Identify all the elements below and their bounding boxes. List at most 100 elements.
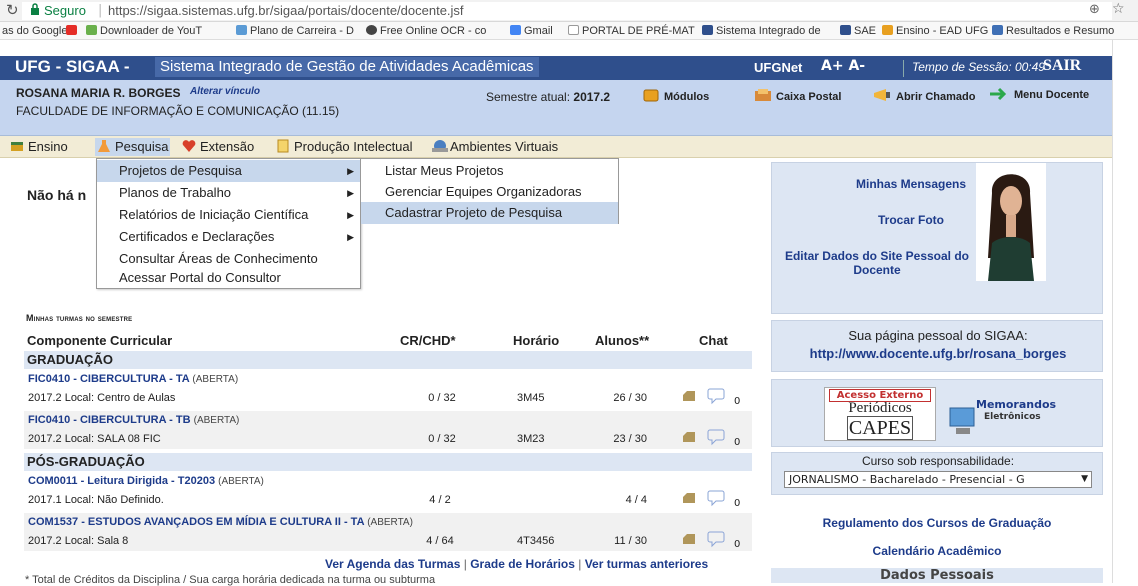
menu-arrow-icon <box>988 87 1010 104</box>
bookmark-item[interactable]: SAE <box>840 25 876 37</box>
dropdown-item-planos[interactable]: Planos de Trabalho ▶ <box>97 182 360 204</box>
pesquisa-dropdown: Projetos de Pesquisa ▶ Planos de Trabalho… <box>96 158 361 289</box>
bookmark-item[interactable]: Free Online OCR - co <box>366 25 486 37</box>
col-alunos: Alunos** <box>595 333 650 348</box>
agenda-link[interactable]: Ver Agenda das Turmas <box>325 557 460 571</box>
chat-icon[interactable] <box>707 386 729 406</box>
grade-link[interactable]: Grade de Horários <box>470 557 575 571</box>
dropdown-item-projetos[interactable]: Projetos de Pesquisa ▶ <box>97 160 360 182</box>
flask-icon <box>97 139 111 153</box>
menu-docente-button[interactable]: Menu Docente <box>988 87 1089 107</box>
bookmarks-bar: as do Google Downloader de YouT Plano de… <box>0 22 1138 40</box>
change-link[interactable]: Alterar vínculo <box>190 86 260 97</box>
bookmark-item[interactable]: Ensino - EAD UFG <box>882 25 988 37</box>
table-row: COM0011 - Leitura Dirigida - T20203 (ABE… <box>24 472 752 510</box>
menu-producao[interactable]: Produção Intelectual <box>274 138 415 156</box>
turma-local: 2017.2 Local: SALA 08 FIC <box>28 433 161 445</box>
bookmark-item[interactable]: Plano de Carreira - D <box>236 25 354 37</box>
trocar-foto-link[interactable]: Trocar Foto <box>836 213 986 227</box>
mensagens-link[interactable]: Minhas Mensagens <box>836 177 986 191</box>
font-size-controls[interactable]: A+ A- <box>821 58 865 74</box>
bookmark-item[interactable]: PORTAL DE PRÉ-MAT <box>568 25 695 37</box>
zoom-icon[interactable]: ⊕ <box>1089 2 1100 17</box>
dropdown-arrow-icon: ▼ <box>1081 474 1088 484</box>
dropdown-item-certificados[interactable]: Certificados e Declarações ▶ <box>97 226 360 248</box>
page-icon <box>568 25 579 35</box>
regulamento-link[interactable]: Regulamento dos Cursos de Graduação <box>771 516 1103 530</box>
profile-photo <box>976 163 1046 281</box>
submenu-arrow-icon: ▶ <box>347 188 354 198</box>
chat-icon[interactable] <box>707 529 729 549</box>
turma-link[interactable]: FIC0410 - CIBERCULTURA - TA (ABERTA) <box>28 373 238 385</box>
chat-icon[interactable] <box>707 488 729 508</box>
submenu-arrow-icon: ▶ <box>347 232 354 242</box>
submenu-arrow-icon: ▶ <box>347 166 354 176</box>
bookmark-item[interactable]: Sistema Integrado de <box>702 25 821 37</box>
footnote: * Total de Créditos da Disciplina / Sua … <box>25 574 436 586</box>
memorandos-banner[interactable]: Memorandos Eletrônicos <box>948 392 1058 440</box>
calendario-link[interactable]: Calendário Acadêmico <box>771 544 1103 558</box>
browser-address-bar: ↻ Seguro | https://sigaa.sistemas.ufg.br… <box>0 0 1138 22</box>
menu-extensao[interactable]: Extensão <box>180 138 256 156</box>
reload-icon[interactable]: ↻ <box>6 1 19 19</box>
youtube-icon <box>66 25 77 35</box>
brand-title: UFG - SIGAA - <box>15 57 130 76</box>
turma-alunos: 23 / 30 <box>613 433 647 445</box>
chat-icon[interactable] <box>707 427 729 447</box>
logout-link[interactable]: SAIR <box>1043 57 1081 75</box>
submenu-item-gerenciar[interactable]: Gerenciar Equipes Organizadoras <box>361 181 618 203</box>
curso-box: Curso sob responsabilidade: JORNALISMO -… <box>771 452 1103 495</box>
results-icon <box>992 25 1003 35</box>
col-componente: Componente Curricular <box>27 333 173 348</box>
links-box: Acesso Externo Periódicos CAPES Memorand… <box>771 379 1103 447</box>
bookmark-star-icon[interactable]: ☆ <box>1112 1 1125 17</box>
session-timer: Tempo de Sessão: 00:49 <box>903 60 1045 77</box>
capes-banner[interactable]: Acesso Externo Periódicos CAPES <box>824 387 936 441</box>
menu-ensino[interactable]: Ensino <box>8 138 70 156</box>
dropdown-item-consultor[interactable]: Acessar Portal do Consultor <box>97 267 360 289</box>
pagina-url[interactable]: http://www.docente.ufg.br/rosana_borges <box>772 346 1104 361</box>
scrollbar[interactable] <box>1112 40 1138 583</box>
mailbox-icon <box>754 87 772 106</box>
forum-icon[interactable] <box>681 389 697 403</box>
bookmark-item[interactable]: Resultados e Resumo <box>992 25 1114 37</box>
download-icon <box>86 25 97 35</box>
url-separator: | <box>98 3 103 18</box>
turma-cr: 0 / 32 <box>428 392 456 404</box>
turma-horario: 3M23 <box>517 433 545 445</box>
lock-icon <box>31 3 39 15</box>
table-row: COM1537 - ESTUDOS AVANÇADOS EM MÍDIA E C… <box>24 513 752 551</box>
bookmark-item[interactable]: Gmail <box>510 25 553 37</box>
forum-icon[interactable] <box>681 532 697 546</box>
turma-link[interactable]: FIC0410 - CIBERCULTURA - TB (ABERTA) <box>28 414 239 426</box>
forum-icon[interactable] <box>681 491 697 505</box>
computer-icon <box>949 407 975 434</box>
caixa-postal-button[interactable]: Caixa Postal <box>754 87 841 107</box>
menu-ambientes[interactable]: Ambientes Virtuais <box>430 138 560 156</box>
book-icon <box>10 139 24 153</box>
bookmark-item[interactable] <box>66 25 80 37</box>
turma-link[interactable]: COM1537 - ESTUDOS AVANÇADOS EM MÍDIA E C… <box>28 516 413 528</box>
forum-icon[interactable] <box>681 430 697 444</box>
ufgnet-link[interactable]: UFGNet <box>754 60 802 75</box>
chat-count: 0 <box>734 498 741 509</box>
submenu-item-listar[interactable]: Listar Meus Projetos <box>361 160 618 182</box>
turma-cr: 4 / 2 <box>429 494 451 506</box>
bookmark-item[interactable]: Downloader de YouT <box>86 25 202 37</box>
modulos-button[interactable]: Módulos <box>642 87 709 107</box>
user-name: ROSANA MARIA R. BORGES <box>16 86 181 100</box>
curso-select[interactable]: JORNALISMO - Bacharelado - Presencial - … <box>784 471 1092 488</box>
turma-link[interactable]: COM0011 - Leitura Dirigida - T20203 (ABE… <box>28 475 264 487</box>
dropdown-item-relatorios[interactable]: Relatórios de Iniciação Científica ▶ <box>97 204 360 226</box>
url-text[interactable]: https://sigaa.sistemas.ufg.br/sigaa/port… <box>108 3 464 18</box>
col-horario: Horário <box>513 333 560 348</box>
submenu-item-cadastrar[interactable]: Cadastrar Projeto de Pesquisa <box>361 202 618 224</box>
cube-icon <box>642 87 660 106</box>
turmas-links: Ver Agenda das Turmas | Grade de Horário… <box>325 557 709 571</box>
menu-pesquisa[interactable]: Pesquisa <box>95 138 171 156</box>
editar-site-link[interactable]: Editar Dados do Site Pessoal do Docente <box>772 249 982 277</box>
bookmark-item[interactable]: as do Google <box>2 25 67 37</box>
abrir-chamado-button[interactable]: Abrir Chamado <box>872 87 975 107</box>
anteriores-link[interactable]: Ver turmas anteriores <box>585 557 708 571</box>
main-menu-bar: Ensino Pesquisa Extensão Produção Intele… <box>0 136 1112 158</box>
